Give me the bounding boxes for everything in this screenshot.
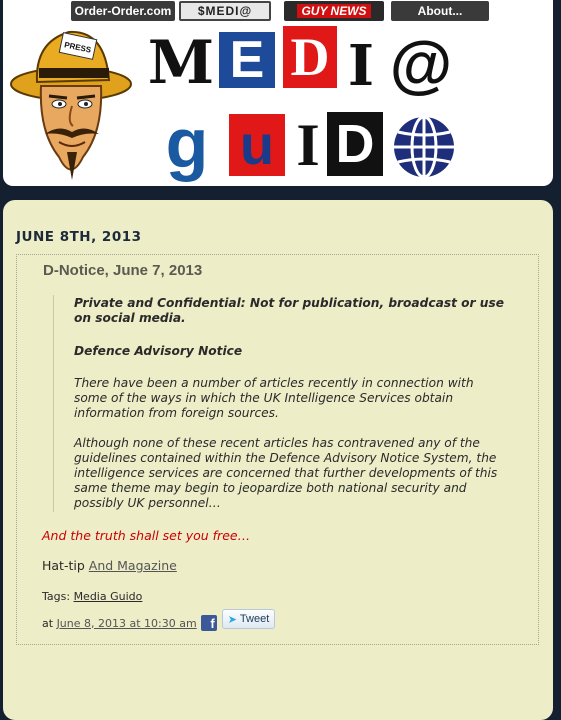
logo-letter: D: [327, 112, 383, 176]
blockquote: Private and Confidential: Not for public…: [53, 295, 504, 512]
permalink[interactable]: June 8, 2013 at 10:30 am: [57, 617, 197, 630]
logo-letter: G: [165, 104, 209, 182]
nav-guy-news[interactable]: GUY NEWS: [284, 1, 384, 21]
hat-tip-prefix: Hat-tip: [42, 558, 89, 573]
nav-media-guido[interactable]: $MEDI@: [179, 1, 271, 21]
logo-letter: M: [147, 28, 215, 98]
content-panel: JUNE 8TH, 2013 D-Notice, June 7, 2013 Pr…: [3, 200, 553, 720]
nav-guy-news-label: GUY NEWS: [297, 4, 371, 18]
truth-line: And the truth shall set you free…: [42, 528, 251, 543]
post-tags: Tags: Media Guido: [42, 590, 142, 603]
quote-paragraph: There have been a number of articles rec…: [74, 376, 474, 420]
tweet-button[interactable]: ➤ Tweet: [221, 609, 276, 629]
tag-link[interactable]: Media Guido: [74, 590, 143, 603]
quote-paragraph: Private and Confidential: Not for public…: [74, 296, 504, 325]
hat-tip: Hat-tip And Magazine: [42, 558, 177, 573]
quote-paragraph: Although none of these recent articles h…: [74, 436, 498, 510]
logo-letter: @: [389, 28, 453, 100]
logo-letter: D: [283, 26, 337, 88]
top-nav: Order-Order.com $MEDI@ GUY NEWS About...: [3, 0, 553, 22]
tags-prefix: Tags:: [42, 590, 74, 603]
blog-post: D-Notice, June 7, 2013 Private and Confi…: [16, 254, 539, 645]
post-meta: at June 8, 2013 at 10:30 am f ➤ Tweet: [42, 609, 276, 631]
quote-paragraph: Defence Advisory Notice: [74, 344, 243, 358]
logo-letter: U: [229, 114, 285, 176]
at-prefix: at: [42, 616, 57, 630]
site-header: Order-Order.com $MEDI@ GUY NEWS About...…: [3, 0, 553, 186]
nav-order-order[interactable]: Order-Order.com: [71, 1, 175, 21]
guido-mascot: PRESS: [10, 30, 132, 180]
media-guido-logo: M E D I @ G U I D: [143, 22, 463, 184]
twitter-bird-icon: ➤: [227, 613, 237, 626]
logo-globe-icon: [394, 115, 454, 179]
logo-letter: I: [296, 112, 320, 178]
post-title[interactable]: D-Notice, June 7, 2013: [43, 262, 202, 279]
hat-tip-link[interactable]: And Magazine: [89, 558, 177, 573]
tweet-label: Tweet: [239, 613, 270, 625]
logo-letter: E: [219, 32, 275, 88]
logo-letter: I: [347, 33, 375, 99]
nav-about[interactable]: About...: [391, 1, 489, 21]
post-date: JUNE 8TH, 2013: [16, 229, 142, 245]
facebook-share-icon[interactable]: f: [200, 615, 217, 631]
